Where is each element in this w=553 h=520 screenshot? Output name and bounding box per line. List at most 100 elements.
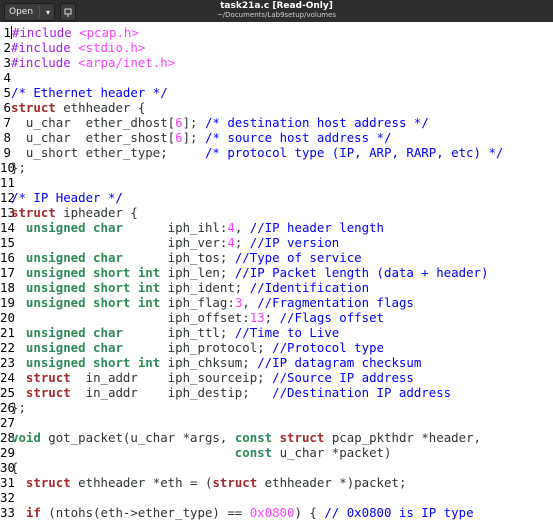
code-line: 27 [0,415,15,430]
code-token: struct [11,100,56,115]
code-line: 10}; [0,160,26,175]
line-number: 1 [3,25,11,40]
line-code: if (ntohs(eth->ether_type) == 0x0800) { … [11,505,474,520]
code-line: 23 unsigned short int iph_chksum; //IP d… [0,355,421,370]
code-token: //IP datagram checksum [257,355,422,370]
code-line: 24 struct in_addr iph_sourceip; //Source… [0,370,414,385]
code-token: const [234,445,273,460]
code-token: // 0x0800 is IP type [324,505,474,520]
code-token: unsigned char [25,250,123,265]
code-line: 26}; [0,400,26,415]
code-line: 13struct ipheader { [0,205,138,220]
code-token: void [11,430,41,445]
line-number: 33 [0,505,15,520]
line-number: 15 [0,235,15,250]
line-number: 24 [0,370,15,385]
code-token: //Protocol type [272,340,385,355]
line-number: 16 [0,250,15,265]
code-line: 9 u_short ether_type; /* protocol type (… [0,145,504,160]
line-number: 5 [3,85,11,100]
code-token: u_char *packet) [272,445,392,460]
code-line: 16 unsigned char iph_tos; //Type of serv… [0,250,362,265]
line-number: 11 [0,175,15,190]
code-line: 20 iph_offset:13; //Flags offset [0,310,384,325]
line-number: 26 [0,400,15,415]
line-number: 25 [0,385,15,400]
line-code: struct ethheader *eth = (struct ethheade… [11,475,406,490]
code-editor[interactable]: 1#include <pcap.h> 2#include <stdio.h> 3#i… [0,22,553,520]
code-token: //IP Packet length (data + header) [234,265,489,280]
code-token: //IP header length [249,220,385,235]
code-token: //Source IP address [272,370,414,385]
code-line: 6struct ethheader { [0,100,146,115]
code-token: iph_flag: [160,295,235,310]
code-token: unsigned char [25,220,123,235]
line-number: 2 [3,40,11,55]
line-number: 13 [0,205,15,220]
line-number: 9 [3,145,11,160]
line-code: /* Ethernet header */ [11,85,168,100]
code-token: , [242,295,258,310]
line-code: }; [11,400,26,415]
code-token: <arpa/inet.h> [78,55,176,70]
line-code: u_char ether_shost[6]; /* source host ad… [11,130,392,145]
code-line: 11 [0,175,15,190]
line-code: u_char ether_dhost[6]; /* destination ho… [11,115,429,130]
line-number: 32 [0,490,15,505]
code-token: 6 [175,130,183,145]
code-line: 31 struct ethheader *eth = (struct ethhe… [0,475,406,490]
code-token: iph_ihl: [122,220,228,235]
code-token: unsigned short int [25,355,161,370]
code-token: //Identification [249,280,370,295]
code-line: 14 unsigned char iph_ihl:4, //IP header … [0,220,384,235]
line-number: 6 [3,100,11,115]
code-token: }; [11,160,26,175]
code-token: iph_chksum; [160,355,258,370]
line-number: 17 [0,265,15,280]
code-token: , [234,220,250,235]
line-number: 19 [0,295,15,310]
code-token: /* destination host address */ [204,115,429,130]
line-number: 31 [0,475,15,490]
code-token: 13 [249,310,265,325]
line-code: unsigned short int iph_len; //IP Packet … [11,265,489,280]
code-token: unsigned char [25,325,123,340]
code-token: u_char ether_dhost[ [11,115,176,130]
code-line: 1#include <pcap.h> [0,25,139,40]
code-token: ; [264,310,280,325]
line-number: 21 [0,325,15,340]
code-token: struct [25,385,71,400]
line-code: u_short ether_type; /* protocol type (IP… [11,145,503,160]
code-token: struct [212,475,258,490]
code-token: 4 [227,235,235,250]
code-token: unsigned short int [25,265,161,280]
code-token: (ntohs(eth->ether_type) == [40,505,250,520]
code-token: //Fragmentation flags [257,295,414,310]
code-token: if [25,505,41,520]
code-token: iph_ident; [160,280,250,295]
line-code: struct ipheader { [11,205,138,220]
line-code: struct ethheader { [11,100,145,115]
title-bar: Open ▾ task21a.c [Read-Only] ~/Documents… [0,0,553,22]
code-token: ; [234,235,250,250]
code-token: #include [11,40,79,55]
code-line: 25 struct in_addr iph_destip; //Destinat… [0,385,451,400]
line-number: 7 [3,115,11,130]
line-code: struct in_addr iph_destip; //Destination… [11,385,451,400]
line-number: 3 [3,55,11,70]
code-token: }; [11,400,26,415]
line-code: unsigned char iph_ttl; //Time to Live [11,325,339,340]
line-number: 28 [0,430,15,445]
line-number: 20 [0,310,15,325]
code-token: //Type of service [234,250,362,265]
code-token: /* protocol type (IP, ARP, RARP, etc) */ [204,145,504,160]
